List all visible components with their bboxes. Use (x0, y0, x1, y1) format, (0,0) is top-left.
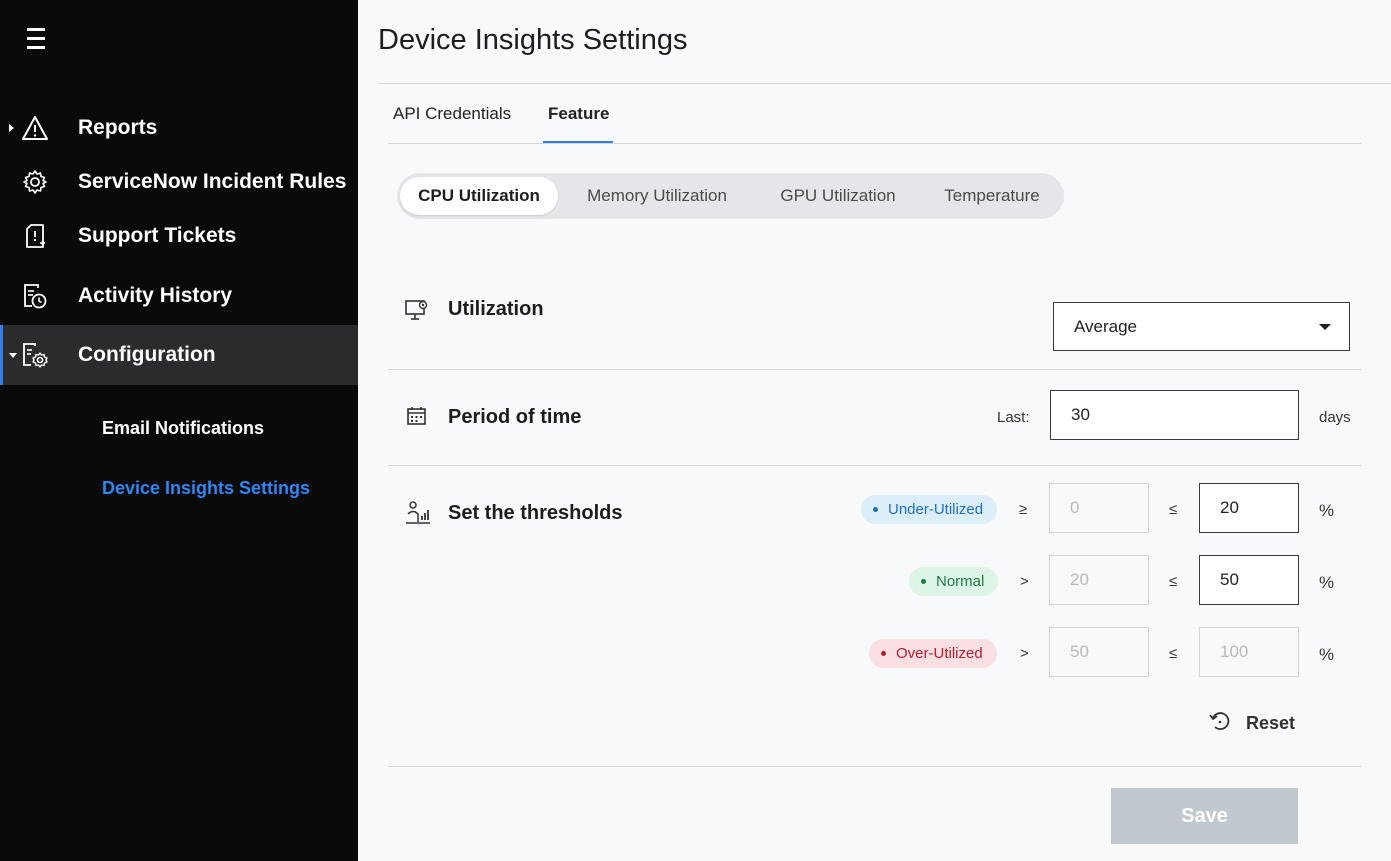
dot-icon (921, 579, 926, 584)
config-icon (21, 341, 49, 369)
last-label: Last: (997, 409, 1030, 426)
reset-button[interactable]: Reset (1208, 710, 1295, 736)
calendar-icon (406, 405, 432, 431)
utilization-select-value: Average (1074, 316, 1138, 336)
caret-right-icon (9, 124, 14, 132)
normal-max-input[interactable]: 50 (1199, 555, 1299, 605)
percent-label: % (1319, 645, 1335, 664)
sidebar-item-label: Reports (78, 116, 158, 139)
divider (378, 83, 1391, 84)
utilization-label: Utilization (448, 298, 544, 320)
warning-icon (21, 114, 49, 142)
main-content: Device Insights Settings API Credentials… (358, 0, 1391, 861)
percent-label: % (1319, 501, 1335, 520)
divider (388, 465, 1361, 466)
history-icon (21, 282, 49, 310)
sidebar: Reports ServiceNow Incident Rules Suppor… (0, 0, 358, 861)
ticket-icon (21, 222, 49, 250)
sidebar-subitem-device-insights-settings[interactable]: Device Insights Settings (102, 478, 310, 499)
badge-label: Normal (936, 573, 985, 590)
segment-gpu-utilization[interactable]: GPU Utilization (759, 177, 917, 215)
sidebar-item-label: Activity History (78, 284, 233, 307)
sidebar-item-label: Configuration (78, 343, 216, 366)
period-days-input[interactable]: 30 (1050, 390, 1299, 440)
utilization-select[interactable]: Average (1053, 302, 1350, 351)
caret-down-icon (9, 352, 17, 358)
normal-min-input[interactable]: 20 (1049, 555, 1149, 605)
dot-icon (873, 507, 878, 512)
reset-label: Reset (1246, 712, 1296, 733)
reset-icon (1208, 709, 1232, 738)
metric-segmented-control: CPU Utilization Memory Utilization GPU U… (397, 173, 1064, 219)
save-button[interactable]: Save (1111, 788, 1298, 844)
badge-label: Over-Utilized (896, 645, 983, 662)
divider (388, 143, 1361, 144)
divider (388, 766, 1361, 767)
gear-icon (21, 168, 49, 196)
page-title: Device Insights Settings (378, 24, 688, 56)
badge-normal: Normal (909, 567, 999, 596)
segment-cpu-utilization[interactable]: CPU Utilization (400, 177, 558, 215)
badge-over-utilized: Over-Utilized (869, 639, 997, 668)
operator-label: ≤ (1169, 645, 1178, 662)
under-min-input[interactable]: 0 (1049, 483, 1149, 533)
menu-icon[interactable] (27, 28, 45, 50)
sidebar-item-servicenow-incident-rules[interactable]: ServiceNow Incident Rules (0, 154, 358, 210)
operator-label: ≤ (1169, 573, 1178, 590)
sidebar-item-label: Support Tickets (78, 224, 237, 247)
thresholds-label: Set the thresholds (448, 502, 623, 524)
period-label: Period of time (448, 406, 582, 428)
operator-label: > (1020, 645, 1029, 662)
tab-active-indicator (543, 141, 613, 143)
under-max-input[interactable]: 20 (1199, 483, 1299, 533)
sidebar-subitem-email-notifications[interactable]: Email Notifications (102, 418, 264, 439)
sidebar-item-configuration[interactable]: Configuration (0, 325, 358, 385)
operator-label: > (1020, 573, 1029, 590)
sidebar-item-label: ServiceNow Incident Rules (78, 170, 347, 193)
threshold-chart-icon (405, 500, 431, 526)
operator-label: ≥ (1019, 501, 1028, 518)
chevron-down-icon (1319, 324, 1331, 330)
badge-under-utilized: Under-Utilized (861, 495, 998, 524)
days-unit-label: days (1319, 409, 1351, 426)
sidebar-item-support-tickets[interactable]: Support Tickets (0, 208, 358, 264)
over-min-input[interactable]: 50 (1049, 627, 1149, 677)
operator-label: ≤ (1169, 501, 1178, 518)
sidebar-item-activity-history[interactable]: Activity History (0, 268, 358, 324)
tab-feature[interactable]: Feature (548, 104, 609, 124)
over-max-input[interactable]: 100 (1199, 627, 1299, 677)
divider (388, 369, 1361, 370)
sidebar-item-reports[interactable]: Reports (0, 100, 358, 156)
badge-label: Under-Utilized (888, 501, 984, 518)
monitor-gear-icon (404, 297, 430, 323)
percent-label: % (1319, 573, 1335, 592)
segment-memory-utilization[interactable]: Memory Utilization (567, 177, 747, 215)
dot-icon (881, 651, 886, 656)
tab-api-credentials[interactable]: API Credentials (393, 104, 511, 124)
segment-temperature[interactable]: Temperature (927, 177, 1057, 215)
